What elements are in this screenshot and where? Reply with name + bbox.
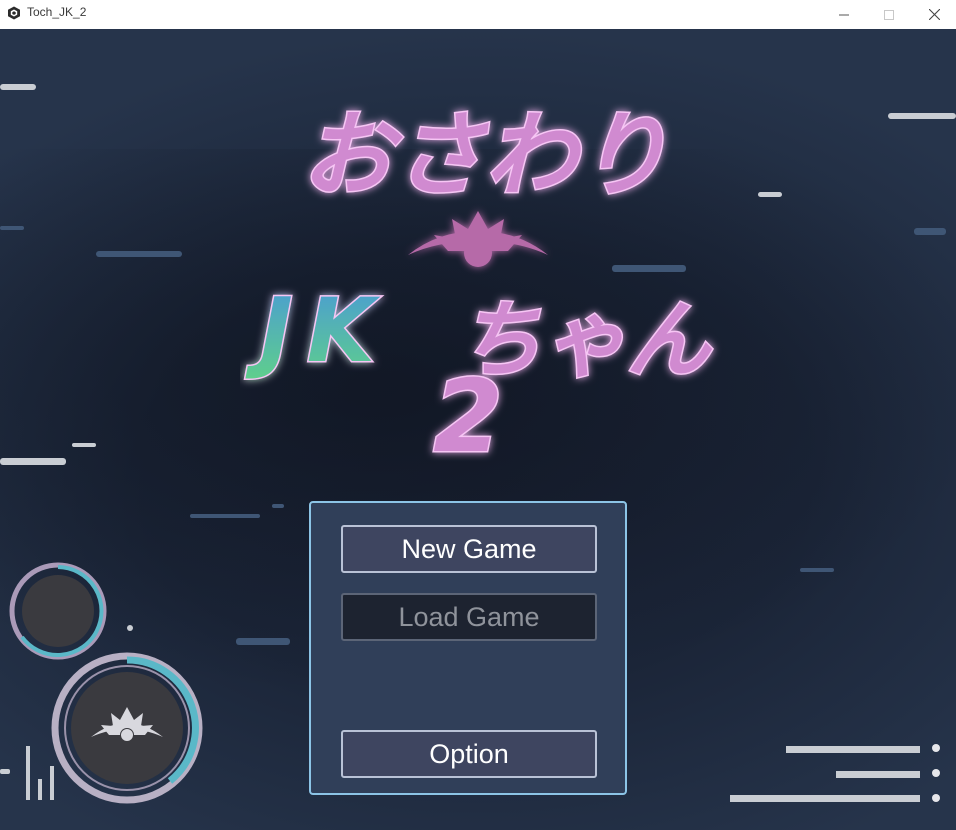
- close-icon: [928, 9, 940, 20]
- decor-streak: [236, 638, 290, 645]
- minimize-button[interactable]: [821, 0, 867, 29]
- decor-streak: [0, 458, 66, 465]
- decor-streak: [758, 192, 782, 197]
- decor-streak: [914, 228, 946, 235]
- logo-line1: おさわり: [301, 102, 669, 209]
- decor-dot: [127, 625, 133, 631]
- decor-streak: [0, 226, 24, 230]
- small-dial[interactable]: [8, 561, 108, 661]
- decor-streak: [72, 443, 96, 447]
- window-titlebar: Toch_JK_2: [0, 0, 956, 30]
- decor-streak: [190, 514, 260, 518]
- logo-jk: JK: [245, 279, 389, 382]
- decor-streak: [96, 251, 182, 257]
- main-dial[interactable]: [50, 651, 204, 805]
- title-logo: おさわり JK ちゃん 2: [244, 101, 715, 470]
- lotus-emblem: [408, 211, 548, 267]
- new-game-button[interactable]: New Game: [341, 525, 597, 573]
- level-meter: [0, 746, 54, 800]
- logo-number: 2: [433, 358, 503, 469]
- minimize-icon: [839, 14, 849, 15]
- app-icon: [8, 6, 20, 20]
- maximize-icon: [884, 9, 894, 20]
- game-viewport: おさわり JK ちゃん 2 New Game Load Game Option: [0, 29, 956, 830]
- decor-streak: [888, 113, 956, 119]
- window-title: Toch_JK_2: [27, 5, 87, 19]
- status-bars: [730, 744, 940, 802]
- maximize-button[interactable]: [866, 0, 912, 29]
- decor-streak: [272, 504, 284, 508]
- main-menu-panel: New Game Load Game Option: [309, 501, 627, 795]
- decor-streak: [0, 84, 36, 90]
- close-button[interactable]: [911, 0, 956, 29]
- decor-streak: [800, 568, 834, 572]
- option-button[interactable]: Option: [341, 730, 597, 778]
- load-game-button[interactable]: Load Game: [341, 593, 597, 641]
